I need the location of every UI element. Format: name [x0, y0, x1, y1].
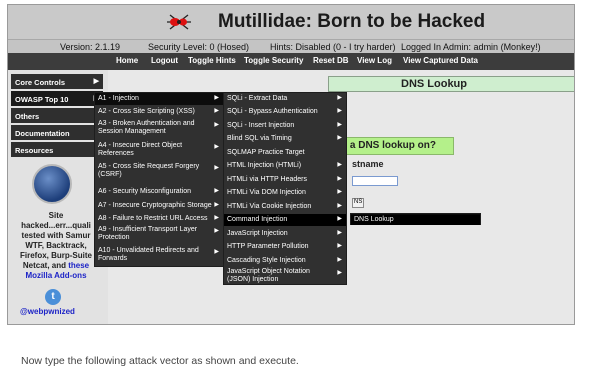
chevron-right-icon: ▶ [337, 95, 342, 101]
mozilla-addons-link[interactable]: Mozilla Add-ons [25, 271, 86, 280]
chevron-right-icon: ▶ [214, 202, 219, 208]
menu-item-htmli-cookie[interactable]: HTMLi Via Cookie Injection ▶ [224, 201, 346, 213]
top-nav: Home Logout Toggle Hints Toggle Security… [8, 53, 574, 70]
menu-item-a2-xss[interactable]: A2 - Cross Site Scripting (XSS) ▶ [95, 106, 223, 118]
command-injection-submenu: DNS Lookup [350, 213, 481, 225]
menu-item-command-injection[interactable]: Command Injection ▶ [224, 214, 346, 226]
logged-in-text: Logged In Admin: admin (Monkey!) [401, 42, 541, 52]
browser-frame: Mutillidae: Born to be Hacked Version: 2… [7, 4, 575, 325]
left-nav-resources[interactable]: Resources [11, 142, 103, 157]
injection-submenu: SQLi - Extract Data ▶ SQLi - Bypass Authe… [223, 92, 347, 285]
version-text: Version: 2.1.19 [60, 42, 121, 52]
menu-item-a4-idor[interactable]: A4 - Insecure Direct Object References ▶ [95, 142, 223, 160]
menu-item-htmli-dom[interactable]: HTMLi Via DOM Injection ▶ [224, 187, 346, 199]
page-title: DNS Lookup [328, 76, 574, 92]
chevron-right-icon: ▶ [214, 228, 219, 234]
chevron-right-icon: ▶ [214, 165, 219, 171]
chevron-right-icon: ▶ [337, 243, 342, 249]
nav-logout[interactable]: Logout [151, 56, 178, 65]
left-nav-documentation[interactable]: Documentation [11, 125, 103, 140]
nav-view-log[interactable]: View Log [357, 56, 392, 65]
chevron-right-icon: ▶ [214, 215, 219, 221]
nav-reset-db[interactable]: Reset DB [313, 56, 349, 65]
menu-item-a9-transport[interactable]: A9 - Insufficient Transport Layer Protec… [95, 226, 223, 244]
security-level-text: Security Level: 0 (Hosed) [148, 42, 250, 52]
menu-item-blind-sql[interactable]: Blind SQL via Timing ▶ [224, 133, 346, 145]
chevron-right-icon: ▶ [337, 230, 342, 236]
chevron-right-icon: ▶ [337, 162, 342, 168]
menu-item-javascript-injection[interactable]: JavaScript Injection ▶ [224, 228, 346, 240]
chevron-right-icon: ▶ [337, 135, 342, 141]
menu-item-a8-url-access[interactable]: A8 - Failure to Restrict URL Access ▶ [95, 213, 223, 225]
menu-item-a6-misconfig[interactable]: A6 - Security Misconfiguration ▶ [95, 186, 223, 198]
chevron-right-icon: ▶ [214, 249, 219, 255]
left-nav-others[interactable]: Others [11, 108, 103, 123]
menu-item-sqli-bypass[interactable]: SQLi - Bypass Authentication ▶ [224, 106, 346, 118]
chevron-right-icon: ▶ [337, 176, 342, 182]
menu-item-a5-csrf[interactable]: A5 - Cross Site Request Forgery (CSRF) ▶ [95, 163, 223, 181]
menu-item-css-injection[interactable]: Cascading Style Injection ▶ [224, 255, 346, 267]
chevron-right-icon: ▶ [337, 203, 342, 209]
hints-text: Hints: Disabled (0 - I try harder) [270, 42, 396, 52]
nav-view-captured-data[interactable]: View Captured Data [403, 56, 478, 65]
status-bar: Version: 2.1.19 Security Level: 0 (Hosed… [8, 39, 574, 53]
twitter-handle-link[interactable]: @webpwnized [20, 307, 75, 316]
menu-item-sqlmap[interactable]: SQLMAP Practice Target [224, 147, 346, 159]
left-nav-core-controls[interactable]: Core Controls ▶ [11, 74, 103, 89]
menu-item-a10-redirects[interactable]: A10 - Unvalidated Redirects and Forwards… [95, 247, 223, 265]
chevron-right-icon: ▶ [214, 95, 219, 101]
promo-text: Site hacked...err...quali tested with Sa… [19, 211, 92, 280]
chevron-right-icon: ▶ [214, 188, 219, 194]
menu-item-json-injection[interactable]: JavaScript Object Notation (JSON) Inject… [224, 268, 346, 285]
ant-logo-icon [167, 14, 191, 30]
menu-item-a7-crypto-storage[interactable]: A7 - Insecure Cryptographic Storage ▶ [95, 200, 223, 212]
chevron-right-icon: ▶ [214, 144, 219, 150]
nav-toggle-hints[interactable]: Toggle Hints [188, 56, 236, 65]
chevron-right-icon: ▶ [214, 122, 219, 128]
these-link[interactable]: these [68, 261, 89, 270]
twitter-icon[interactable]: t [45, 289, 61, 305]
hostname-label: stname [352, 159, 384, 169]
menu-item-sqli-insert[interactable]: SQLi - Insert Injection ▶ [224, 120, 346, 132]
chevron-right-icon: ▶ [93, 78, 99, 85]
left-nav-owasp-top-10[interactable]: OWASP Top 10 ▶ [11, 91, 103, 106]
menu-item-a3-broken-auth[interactable]: A3 - Broken Authentication and Session M… [95, 120, 223, 138]
chevron-right-icon: ▶ [337, 108, 342, 114]
nav-home[interactable]: Home [116, 56, 138, 65]
caption-text: Now type the following attack vector as … [21, 355, 299, 367]
left-sidebar: Core Controls ▶ OWASP Top 10 ▶ Others Do… [8, 70, 108, 324]
site-header: Mutillidae: Born to be Hacked [8, 5, 574, 39]
dns-prompt: o a DNS lookup on? [334, 137, 454, 155]
chevron-right-icon: ▶ [337, 122, 342, 128]
menu-item-http-parameter-pollution[interactable]: HTTP Parameter Pollution ▶ [224, 241, 346, 253]
chevron-right-icon: ▶ [337, 189, 342, 195]
chevron-right-icon: ▶ [337, 270, 342, 276]
chevron-right-icon: ▶ [337, 216, 342, 222]
chevron-right-icon: ▶ [214, 108, 219, 114]
menu-item-dns-lookup[interactable]: DNS Lookup [351, 215, 480, 225]
owasp-badge-icon [32, 164, 72, 204]
site-title: Mutillidae: Born to be Hacked [218, 11, 486, 32]
nav-toggle-security[interactable]: Toggle Security [244, 56, 303, 65]
menu-item-html-injection[interactable]: HTML Injection (HTMLi) ▶ [224, 160, 346, 172]
menu-item-htmli-headers[interactable]: HTMLi via HTTP Headers ▶ [224, 174, 346, 186]
menu-item-a1-injection[interactable]: A1 - Injection ▶ [95, 93, 223, 105]
hostname-input[interactable] [352, 176, 398, 186]
chevron-right-icon: ▶ [337, 257, 342, 263]
owasp-top10-menu: A1 - Injection ▶ A2 - Cross Site Scriptin… [94, 92, 224, 267]
lookup-dns-button[interactable]: NS [352, 198, 364, 208]
menu-item-sqli-extract[interactable]: SQLi - Extract Data ▶ [224, 93, 346, 105]
